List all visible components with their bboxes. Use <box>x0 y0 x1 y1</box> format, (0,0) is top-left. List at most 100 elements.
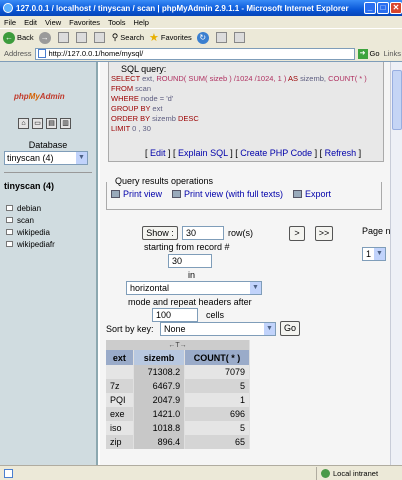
page-number-select[interactable]: 1 ▼ <box>362 247 386 261</box>
mail-button[interactable] <box>215 32 229 43</box>
start-record-input[interactable]: 30 <box>168 254 212 268</box>
search-button[interactable]: ⚲ Search <box>112 32 144 43</box>
toggle-row: ←T→ <box>106 340 250 350</box>
links-button[interactable]: Links <box>384 49 402 58</box>
go-arrow-icon: ➜ <box>357 48 368 59</box>
phpmyadmin-logo[interactable]: phpMyAdmin <box>14 92 65 101</box>
cell-count: 696 <box>184 407 250 421</box>
page-number-value: 1 <box>366 249 372 259</box>
sql-line: SELECT ext, ROUND( SUM( sizeb ) /1024 /1… <box>111 74 367 83</box>
sort-by-key-label: Sort by key: <box>106 324 154 334</box>
menu-edit[interactable]: Edit <box>24 18 37 27</box>
cell-ext: PQI <box>106 393 134 407</box>
print-view-full-link[interactable]: Print view (with full texts) <box>172 189 283 199</box>
home-icon <box>93 32 105 43</box>
home-button[interactable] <box>93 32 107 43</box>
table-item[interactable]: scan <box>6 214 55 226</box>
edit-link[interactable]: Edit <box>150 148 166 158</box>
table-icon <box>6 229 13 235</box>
display-mode-value: horizontal <box>130 283 170 293</box>
home-icon[interactable]: ⌂ <box>18 118 29 129</box>
table-row: zip 896.4 65 <box>106 435 250 449</box>
menu-help[interactable]: Help <box>134 18 149 27</box>
sql-line: ORDER BY sizemb DESC <box>111 114 199 123</box>
cell-count: 5 <box>184 421 250 435</box>
column-header-sizemb[interactable]: sizemb <box>133 350 186 365</box>
column-header-ext[interactable]: ext <box>106 350 134 365</box>
table-name: debian <box>17 203 42 213</box>
minimize-button[interactable]: _ <box>364 2 376 14</box>
vertical-scrollbar[interactable] <box>390 62 402 466</box>
last-page-button[interactable]: >> <box>315 226 333 241</box>
refresh-icon <box>75 32 87 43</box>
export-link[interactable]: Export <box>293 189 331 199</box>
toggle-cell[interactable]: ←T→ <box>106 340 250 350</box>
query-window-icon[interactable]: ▭ <box>32 118 43 129</box>
cell-sizemb: 2047.9 <box>133 393 186 407</box>
sql-icon[interactable]: ▤ <box>46 118 57 129</box>
sql-query-legend: SQL query: <box>119 64 169 74</box>
docs-icon[interactable]: ▥ <box>60 118 71 129</box>
header-row: ext sizemb COUNT( * ) <box>106 350 250 365</box>
close-button[interactable]: ✕ <box>390 2 402 14</box>
cell-sizemb: 896.4 <box>133 435 186 449</box>
chevron-down-icon: ▼ <box>250 282 261 294</box>
cell-count: 7079 <box>184 365 250 379</box>
table-item[interactable]: wikipediafr <box>6 238 55 250</box>
cell-ext <box>106 365 134 379</box>
database-selected: tinyscan (4) <box>7 153 54 163</box>
rows-input[interactable]: 30 <box>182 226 224 240</box>
sort-go-button[interactable]: Go <box>280 321 300 336</box>
menu-tools[interactable]: Tools <box>108 18 126 27</box>
in-label: in <box>188 270 196 280</box>
cell-ext: zip <box>106 435 134 449</box>
menu-view[interactable]: View <box>45 18 61 27</box>
logo-admin: Admin <box>39 92 65 101</box>
create-php-code-link[interactable]: Create PHP Code <box>240 148 312 158</box>
print-icon <box>111 190 120 198</box>
database-select[interactable]: tinyscan (4) ▼ <box>4 151 88 165</box>
stop-button[interactable] <box>57 32 71 43</box>
table-row: 71308.2 7079 <box>106 365 250 379</box>
operations-legend: Query results operations <box>113 176 216 186</box>
column-header-count[interactable]: COUNT( * ) <box>184 350 250 365</box>
print-view-link[interactable]: Print view <box>111 189 162 199</box>
page-done-icon <box>4 468 13 478</box>
next-page-button[interactable]: > <box>289 226 305 241</box>
sql-line: WHERE node = 'd' <box>111 94 174 103</box>
explain-sql-link[interactable]: Explain SQL <box>178 148 228 158</box>
sql-line: FROM scan <box>111 84 152 93</box>
show-button[interactable]: Show : <box>142 226 178 240</box>
scrollbar-thumb[interactable] <box>392 70 402 130</box>
sql-line: LIMIT 0 , 30 <box>111 124 151 133</box>
forward-button[interactable]: → <box>38 31 53 44</box>
address-input[interactable]: http://127.0.0.1/home/mysql/ <box>34 47 355 60</box>
history-button[interactable]: ↻ <box>196 31 211 44</box>
table-item[interactable]: debian <box>6 202 55 214</box>
search-icon: ⚲ <box>111 32 119 42</box>
database-title[interactable]: tinyscan (4) <box>4 181 54 191</box>
refresh-button[interactable] <box>75 32 89 43</box>
sort-by-key-select[interactable]: None ▼ <box>160 322 276 336</box>
go-button[interactable]: ➜ Go <box>357 48 380 59</box>
refresh-link[interactable]: Refresh <box>325 148 357 158</box>
repeat-cells-input[interactable]: 100 <box>152 308 198 322</box>
print-button[interactable] <box>233 32 247 43</box>
table-item[interactable]: wikipedia <box>6 226 55 238</box>
title-bar: 127.0.0.1 / localhost / tinyscan / scan … <box>0 0 402 16</box>
chevron-down-icon: ▼ <box>374 248 385 260</box>
rows-label: row(s) <box>228 228 253 238</box>
menu-file[interactable]: File <box>4 18 16 27</box>
ie-logo-icon <box>3 3 13 13</box>
start-record-label: starting from record # <box>144 242 230 252</box>
address-url: http://127.0.0.1/home/mysql/ <box>48 49 144 58</box>
favorites-label: Favorites <box>160 33 192 42</box>
maximize-button[interactable]: □ <box>377 2 389 14</box>
menu-favorites[interactable]: Favorites <box>69 18 100 27</box>
cell-ext: iso <box>106 421 134 435</box>
display-mode-select[interactable]: horizontal ▼ <box>126 281 262 295</box>
table-name: wikipediafr <box>17 239 55 249</box>
favorites-button[interactable]: ★ Favorites <box>149 31 192 44</box>
results-table: ←T→ ext sizemb COUNT( * ) 71308.2 7079 7… <box>106 340 250 449</box>
back-button[interactable]: ← Back <box>3 31 34 44</box>
